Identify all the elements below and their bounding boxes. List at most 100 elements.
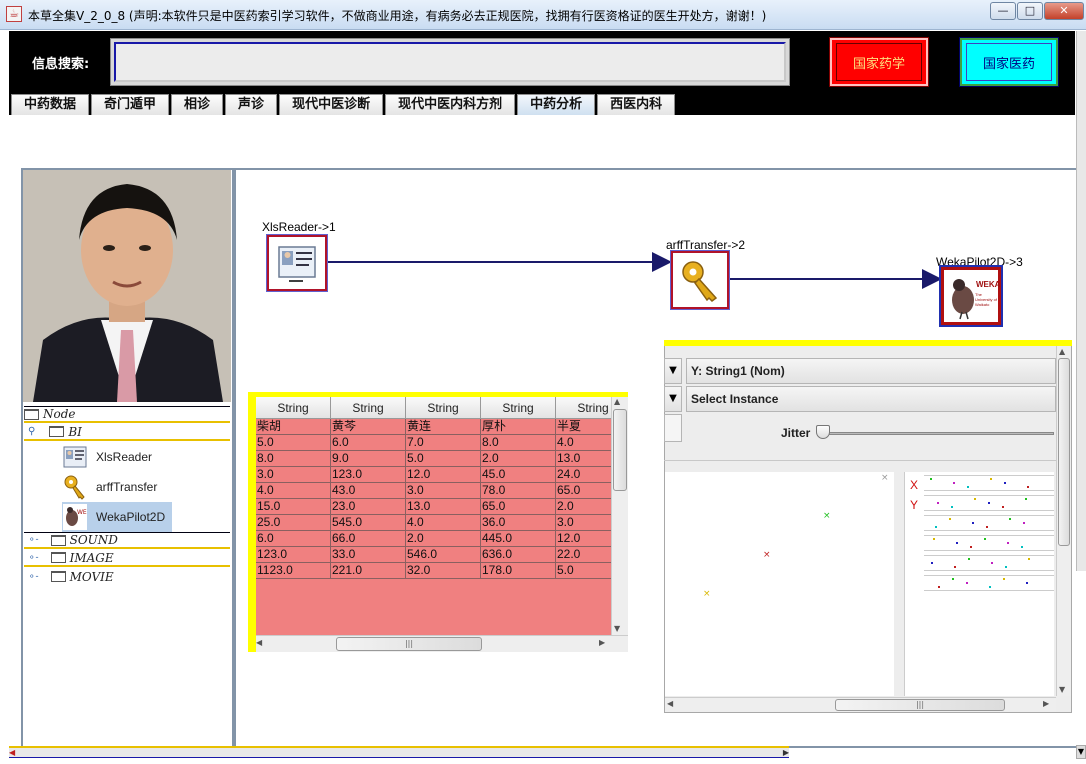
weka-horizontal-scrollbar[interactable]: ◀ ||| ▶ — [665, 697, 1056, 712]
table-cell[interactable]: 5.0 — [256, 435, 331, 451]
table-cell[interactable]: 半夏 — [556, 419, 611, 435]
table-cell[interactable]: 65.0 — [556, 483, 611, 499]
window-scrollbar[interactable] — [1076, 31, 1086, 571]
scroll-thumb[interactable]: ||| — [835, 699, 1005, 711]
table-cell[interactable]: 3.0 — [256, 467, 331, 483]
collapsed-handle-icon[interactable]: ⚬- — [28, 572, 39, 582]
scroll-thumb[interactable] — [1058, 358, 1070, 546]
scroll-down-arrow[interactable]: ▼ — [1076, 745, 1086, 759]
table-header[interactable]: String — [556, 397, 611, 419]
tree-node-image[interactable]: ⚬- IMAGE — [24, 550, 230, 567]
select-instance-dropdown[interactable]: Select Instance — [686, 386, 1056, 412]
minimize-button[interactable]: — — [990, 2, 1016, 20]
color-select-button[interactable] — [664, 414, 682, 442]
node-arfftransfer[interactable] — [670, 250, 730, 310]
table-cell[interactable]: 黄芩 — [331, 419, 406, 435]
jitter-slider-thumb[interactable] — [816, 425, 830, 439]
table-cell[interactable]: 22.0 — [556, 547, 611, 563]
table-cell[interactable]: 12.0 — [406, 467, 481, 483]
table-vertical-scrollbar[interactable]: ▲ ▼ — [611, 397, 628, 635]
table-cell[interactable]: 36.0 — [481, 515, 556, 531]
table-cell[interactable]: 13.0 — [556, 451, 611, 467]
table-cell[interactable]: 636.0 — [481, 547, 556, 563]
table-cell[interactable]: 15.0 — [256, 499, 331, 515]
national-medicine-button[interactable]: 国家医药 — [959, 37, 1059, 87]
table-cell[interactable]: 3.0 — [406, 483, 481, 499]
scroll-right-arrow[interactable]: ▶ — [599, 638, 605, 647]
scroll-left-arrow[interactable]: ◀ — [667, 699, 673, 708]
table-cell[interactable]: 178.0 — [481, 563, 556, 579]
collapsed-handle-icon[interactable]: ⚬- — [28, 553, 39, 563]
table-cell[interactable]: 23.0 — [331, 499, 406, 515]
table-cell[interactable]: 65.0 — [481, 499, 556, 515]
table-cell[interactable]: 78.0 — [481, 483, 556, 499]
tab-modern-tcm-prescriptions[interactable]: 现代中医内科方剂 — [385, 94, 516, 115]
table-cell[interactable]: 545.0 — [331, 515, 406, 531]
weka-vertical-scrollbar[interactable]: ▲ ▼ — [1056, 346, 1071, 696]
table-cell[interactable]: 45.0 — [481, 467, 556, 483]
main-horizontal-scrollbar[interactable]: ◀ ▶ — [9, 746, 789, 758]
table-cell[interactable]: 2.0 — [556, 499, 611, 515]
scroll-thumb[interactable]: ||| — [336, 637, 482, 651]
tab-face-diagnosis[interactable]: 相诊 — [171, 94, 224, 115]
attribute-bar[interactable] — [924, 555, 1054, 571]
y-axis-select[interactable]: Y: String1 (Nom) — [686, 358, 1056, 384]
tab-voice-diagnosis[interactable]: 声诊 — [225, 94, 278, 115]
table-header[interactable]: String — [481, 397, 556, 419]
table-header[interactable]: String — [256, 397, 331, 419]
search-input[interactable] — [114, 42, 786, 82]
expanded-handle-icon[interactable]: ⚲ — [28, 426, 35, 437]
table-cell[interactable]: 4.0 — [256, 483, 331, 499]
table-horizontal-scrollbar[interactable]: ◀ ||| ▶ — [256, 635, 628, 652]
collapsed-handle-icon[interactable]: ⚬- — [28, 535, 39, 545]
table-cell[interactable]: 13.0 — [406, 499, 481, 515]
scroll-left-arrow[interactable]: ◀ — [9, 748, 15, 757]
table-cell[interactable]: 8.0 — [256, 451, 331, 467]
table-cell[interactable]: 6.0 — [331, 435, 406, 451]
maximize-button[interactable]: □ — [1017, 2, 1043, 20]
table-cell[interactable]: 8.0 — [481, 435, 556, 451]
tab-herb-data[interactable]: 中药数据 — [11, 94, 90, 115]
table-cell[interactable]: 24.0 — [556, 467, 611, 483]
table-cell[interactable]: 2.0 — [406, 531, 481, 547]
tab-western-medicine[interactable]: 西医内科 — [597, 94, 676, 115]
table-cell[interactable]: 25.0 — [256, 515, 331, 531]
scroll-up-arrow[interactable]: ▲ — [614, 397, 620, 406]
dropdown-arrow-icon[interactable]: ▼ — [664, 386, 682, 412]
table-cell[interactable]: 6.0 — [256, 531, 331, 547]
tree-leaf-xlsreader[interactable]: XlsReader — [62, 442, 232, 472]
scroll-right-arrow[interactable]: ▶ — [783, 748, 789, 757]
table-cell[interactable]: 5.0 — [406, 451, 481, 467]
table-header[interactable]: String — [406, 397, 481, 419]
attribute-bar[interactable] — [924, 575, 1054, 591]
tree-node-sound[interactable]: ⚬- SOUND — [24, 532, 230, 549]
table-cell[interactable]: 445.0 — [481, 531, 556, 547]
scroll-down-arrow[interactable]: ▼ — [614, 624, 620, 633]
table-cell[interactable]: 66.0 — [331, 531, 406, 547]
table-cell[interactable]: 柴胡 — [256, 419, 331, 435]
tab-modern-tcm-diagnosis[interactable]: 现代中医诊断 — [279, 94, 384, 115]
table-cell[interactable]: 5.0 — [556, 563, 611, 579]
table-cell[interactable]: 1123.0 — [256, 563, 331, 579]
jitter-slider-track[interactable] — [820, 432, 1054, 435]
table-cell[interactable]: 32.0 — [406, 563, 481, 579]
table-cell[interactable]: 黄连 — [406, 419, 481, 435]
tree-node-bi[interactable]: ⚲ BI — [24, 424, 230, 441]
scroll-left-arrow[interactable]: ◀ — [256, 638, 262, 647]
dropdown-arrow-icon[interactable]: ▼ — [664, 358, 682, 384]
scroll-down-arrow[interactable]: ▼ — [1059, 685, 1065, 694]
tree-leaf-wekapilot2d[interactable]: WEKA WekaPilot2D — [62, 502, 172, 532]
table-cell[interactable]: 123.0 — [331, 467, 406, 483]
scroll-right-arrow[interactable]: ▶ — [1043, 699, 1049, 708]
tab-qimen[interactable]: 奇门遁甲 — [91, 94, 170, 115]
table-cell[interactable]: 4.0 — [406, 515, 481, 531]
table-cell[interactable]: 4.0 — [556, 435, 611, 451]
table-cell[interactable]: 43.0 — [331, 483, 406, 499]
table-cell[interactable]: 33.0 — [331, 547, 406, 563]
close-button[interactable]: ✕ — [1044, 2, 1084, 20]
national-pharmacy-button[interactable]: 国家药学 — [829, 37, 929, 87]
tree-root[interactable]: Node — [24, 406, 230, 423]
table-header[interactable]: String — [331, 397, 406, 419]
table-cell[interactable]: 12.0 — [556, 531, 611, 547]
node-wekapilot2d[interactable]: WEKA The University of Waikato — [939, 265, 1003, 327]
